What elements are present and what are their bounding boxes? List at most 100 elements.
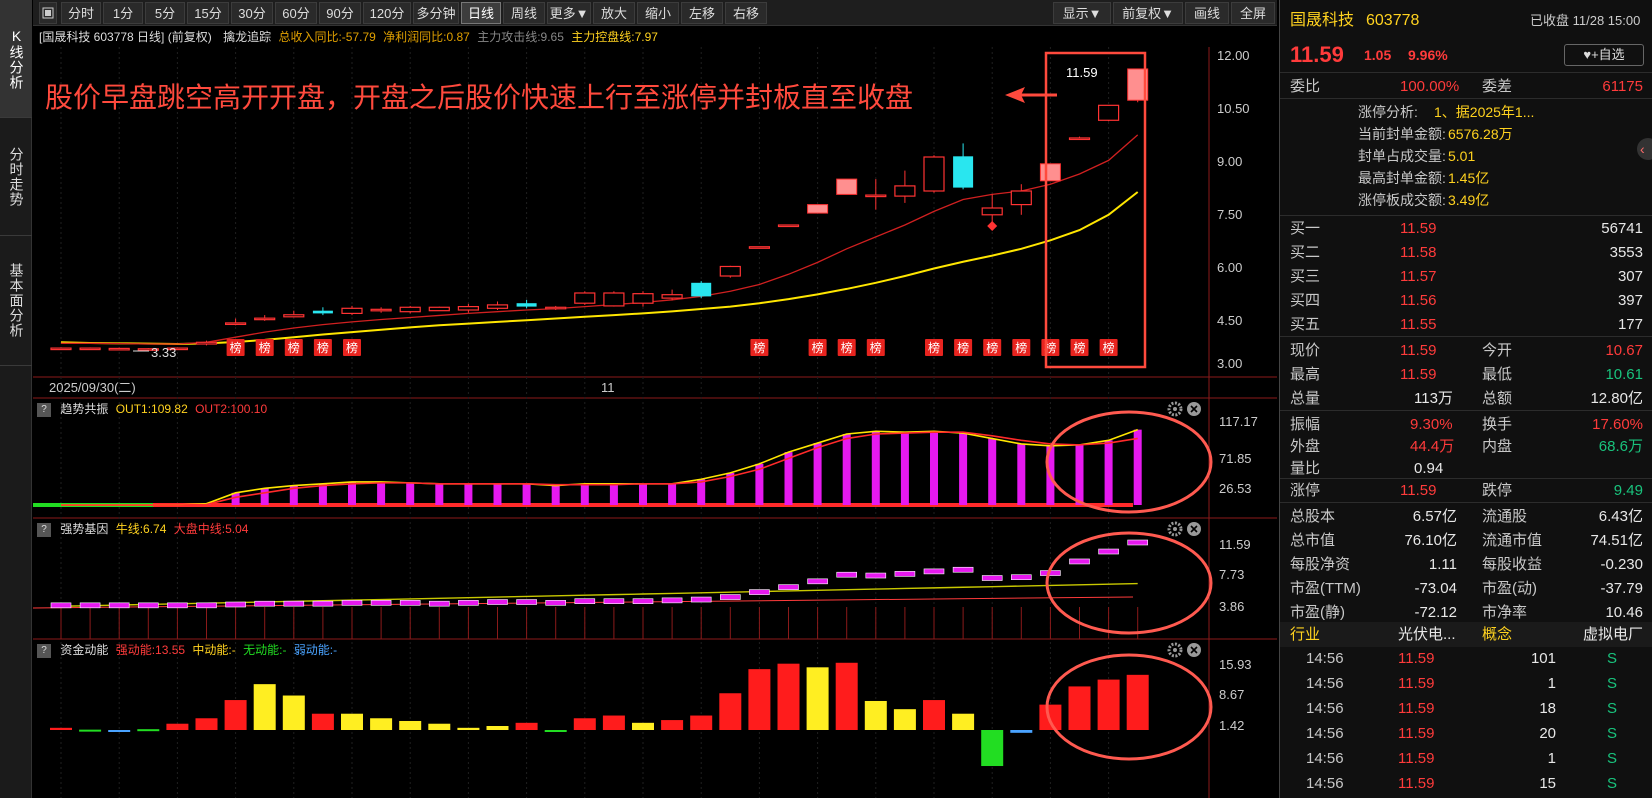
sub2-mark (981, 575, 1003, 581)
ma-long-line (60, 191, 1139, 346)
bid-row: 买二 11.58 3553 (1280, 240, 1652, 265)
fund-value: 1.11 (1428, 556, 1457, 573)
bang-badge[interactable]: 榜 (750, 339, 769, 356)
industry-value[interactable]: 光伏电... (1398, 622, 1456, 647)
bang-badge[interactable]: 榜 (954, 339, 973, 356)
highlight-ellipse-sub2 (1045, 531, 1213, 635)
collapse-arrow-icon[interactable]: ‹ (1637, 138, 1652, 160)
stat-value: 11.59 (1400, 342, 1437, 359)
bang-badge[interactable]: 榜 (313, 339, 332, 356)
sub3-bar (311, 713, 334, 730)
period-8[interactable]: 120分 (363, 2, 411, 24)
sub2-mark (225, 601, 246, 608)
stat-label: 今开 (1482, 342, 1513, 359)
sub2-mark (341, 600, 363, 606)
sub2-mark (254, 600, 275, 607)
svg-text:榜: 榜 (841, 340, 853, 355)
candle (50, 347, 72, 351)
bang-badge[interactable]: 榜 (837, 339, 856, 356)
period-9[interactable]: 多分钟 (413, 2, 459, 24)
tick-side: S (1606, 750, 1617, 767)
sub2-mark (865, 572, 887, 579)
svg-text:榜: 榜 (288, 340, 300, 355)
help-icon[interactable]: ? (37, 643, 51, 658)
tab-intraday[interactable]: 分时走势 (0, 118, 32, 236)
zoom-out-button[interactable]: 缩小 (637, 2, 679, 24)
stat-label: 总量 (1290, 390, 1321, 407)
period-2[interactable]: 1分 (103, 2, 143, 24)
period-3[interactable]: 5分 (145, 2, 185, 24)
help-icon[interactable]: ? (37, 402, 51, 417)
zoom-in-button[interactable]: 放大 (593, 2, 635, 24)
display-menu[interactable]: 显示▼ (1053, 2, 1111, 24)
bang-badge[interactable]: 榜 (1012, 339, 1031, 356)
period-weekly[interactable]: 周线 (503, 2, 545, 24)
period-4[interactable]: 15分 (187, 2, 229, 24)
bang-badge[interactable]: 榜 (284, 339, 303, 356)
sub1-out1-line (61, 428, 1138, 506)
more-periods-button[interactable]: 更多▼ (547, 2, 591, 24)
tab-fundamentals[interactable]: 基本面分析 (0, 236, 32, 366)
sub1-bar (522, 483, 531, 505)
bang-badge[interactable]: 榜 (255, 339, 274, 356)
draw-button[interactable]: 画线 (1185, 2, 1229, 24)
concept-value[interactable]: 虚拟电厂 (1583, 622, 1643, 647)
move-right-button[interactable]: 右移 (725, 2, 767, 24)
bid-row: 买三 11.57 307 (1280, 264, 1652, 289)
weicha-label: 委差 (1482, 78, 1513, 95)
fullscreen-button[interactable]: 全屏 (1231, 2, 1275, 24)
sub1-name[interactable]: 趋势共振 (60, 402, 108, 416)
bang-badge[interactable]: 榜 (1041, 339, 1060, 356)
bang-badge[interactable]: 榜 (226, 339, 245, 356)
bang-badge[interactable]: 榜 (343, 339, 361, 356)
bang-badge[interactable]: 榜 (808, 339, 827, 356)
sub2-mark (138, 602, 159, 609)
tick-side: S (1606, 675, 1617, 692)
sub1-bar (988, 438, 997, 505)
bid-level-label: 买四 (1290, 292, 1321, 309)
sub3-bar (137, 729, 160, 732)
main-ytick: 3.00 (1217, 356, 1242, 371)
tick-price: 11.59 (1398, 725, 1435, 742)
bid-row: 买一 11.59 56741 (1280, 216, 1652, 241)
limit-down-value: 9.49 (1613, 482, 1643, 499)
sub2-bull: 牛线:6.74 (115, 522, 167, 536)
sub3-bar (602, 715, 625, 730)
sub3-name[interactable]: 资金动能 (60, 643, 108, 657)
limit-up-label: 涨停 (1290, 482, 1321, 499)
period-7[interactable]: 90分 (319, 2, 361, 24)
bang-badge[interactable]: 榜 (866, 339, 885, 356)
bid-volume: 3553 (1609, 244, 1643, 261)
bid-volume: 177 (1617, 316, 1643, 333)
tab-kline-analysis[interactable]: K线分析 (0, 0, 32, 118)
bang-badge[interactable]: 榜 (1070, 339, 1089, 356)
bang-badge[interactable]: 榜 (925, 339, 943, 356)
sub3-bar (50, 727, 72, 730)
sub2-mark (719, 594, 741, 600)
add-watchlist-button[interactable]: ♥+自选 (1564, 44, 1644, 66)
period-5[interactable]: 30分 (231, 2, 273, 24)
sub1-bar (580, 483, 589, 505)
diamond-marker (987, 221, 998, 231)
sub2-mark (370, 600, 392, 606)
candle (719, 265, 741, 278)
limit-down-label: 跌停 (1482, 482, 1513, 499)
period-daily[interactable]: 日线 (461, 2, 501, 24)
period-1[interactable]: 分时 (61, 2, 101, 24)
stat-value: 12.80亿 (1590, 390, 1643, 407)
bang-badge[interactable]: 榜 (1099, 339, 1118, 356)
tick-row: 14:56 11.59 1 S (1280, 746, 1652, 771)
sub2-name[interactable]: 强势基因 (60, 522, 108, 536)
adjust-menu[interactable]: 前复权▼ (1113, 2, 1183, 24)
period-6[interactable]: 60分 (275, 2, 317, 24)
tick-time: 14:56 (1306, 725, 1344, 742)
layout-icon[interactable] (39, 2, 57, 24)
svg-text:榜: 榜 (812, 340, 824, 355)
move-left-button[interactable]: 左移 (681, 2, 723, 24)
sub3-bar (341, 713, 363, 730)
sub3-bar (1126, 674, 1149, 730)
stat-label: 总额 (1482, 390, 1513, 407)
bang-badge[interactable]: 榜 (983, 339, 1002, 356)
help-icon[interactable]: ? (37, 522, 51, 537)
low-price-label: 3.33 (151, 345, 176, 360)
